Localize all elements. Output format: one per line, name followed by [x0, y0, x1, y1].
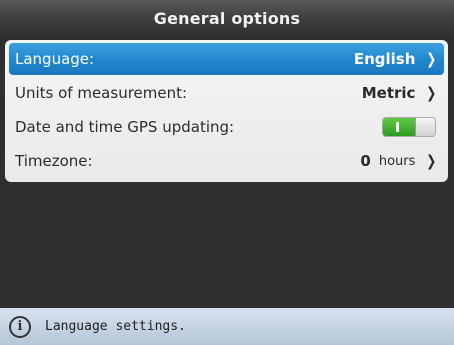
language-value-group: English ❯ [354, 50, 438, 68]
chevron-right-icon: ❯ [426, 152, 437, 170]
status-bar: i Language settings. [0, 308, 454, 345]
info-icon: i [9, 315, 31, 338]
timezone-option[interactable]: Timezone: 0 hours ❯ [9, 145, 444, 177]
chevron-right-icon: ❯ [426, 50, 437, 68]
gps-time-update-toggle[interactable] [382, 117, 436, 137]
gps-time-update-label: Date and time GPS updating: [15, 118, 235, 136]
timezone-label: Timezone: [15, 152, 93, 170]
toggle-on-segment [383, 118, 417, 136]
toggle-on-indicator-icon [396, 122, 399, 132]
chevron-right-icon: ❯ [426, 84, 437, 102]
title-bar: General options [0, 0, 454, 36]
timezone-value: 0 [360, 152, 371, 170]
units-value-group: Metric ❯ [362, 84, 438, 102]
toggle-knob[interactable] [415, 118, 435, 136]
language-option[interactable]: Language: English ❯ [9, 43, 444, 75]
language-label: Language: [15, 50, 95, 68]
language-value: English [353, 50, 416, 68]
units-option[interactable]: Units of measurement: Metric ❯ [9, 77, 444, 109]
general-options-screen: General options Language: English ❯ Unit… [0, 0, 454, 345]
timezone-value-group: 0 hours ❯ [360, 152, 438, 170]
units-value: Metric [361, 84, 416, 102]
page-title: General options [153, 8, 301, 28]
options-list: Language: English ❯ Units of measurement… [5, 40, 448, 182]
units-label: Units of measurement: [15, 84, 188, 102]
gps-time-update-option[interactable]: Date and time GPS updating: [9, 111, 444, 143]
status-message: Language settings. [45, 319, 186, 334]
timezone-unit: hours [378, 153, 416, 169]
